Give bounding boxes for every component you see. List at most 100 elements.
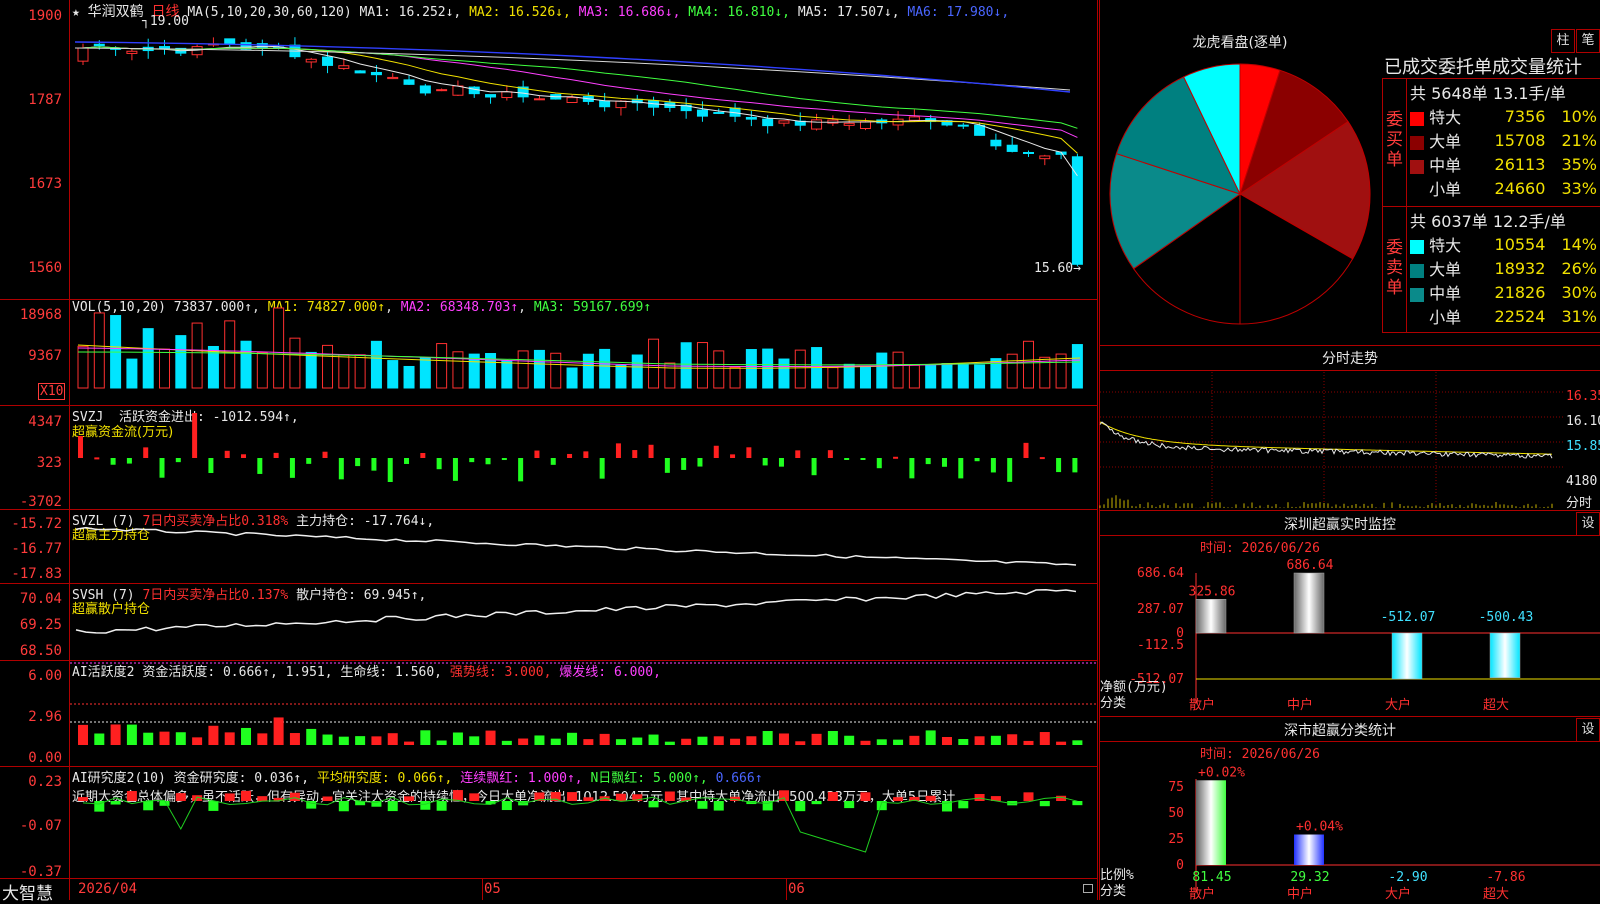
- ai-active-chart[interactable]: [70, 661, 1097, 766]
- activity-bar: [974, 736, 985, 745]
- activity-bar: [306, 728, 317, 745]
- research-bar: [78, 797, 88, 801]
- buy-summary: 共 5648单 13.1手/单: [1410, 84, 1566, 103]
- category-label: 大户: [1385, 697, 1411, 713]
- svzl-y-axis: -15.72 -16.77 -17.83: [11, 516, 62, 582]
- row-pct: 31%: [1561, 306, 1597, 326]
- dragon-tiger-pie[interactable]: [1100, 52, 1380, 342]
- flow-bar: [1007, 458, 1013, 482]
- flow-bar: [925, 458, 931, 465]
- sz-class-settings-button[interactable]: 设: [1576, 718, 1600, 742]
- flow-bar: [941, 458, 947, 467]
- activity-bar: [1023, 740, 1034, 745]
- change-label: +0.04%: [1296, 820, 1343, 835]
- flow-bar: [681, 458, 687, 470]
- candle-body: [436, 89, 448, 92]
- row-value: 22524: [1494, 306, 1546, 326]
- sz-monitor-settings-button[interactable]: 设: [1576, 512, 1600, 536]
- activity-bar: [175, 732, 186, 745]
- flow-bar: [322, 451, 328, 458]
- research-bar: [436, 801, 447, 811]
- activity-bar: [1039, 732, 1050, 745]
- research-bar: [159, 801, 170, 806]
- flow-bar: [404, 458, 410, 464]
- volume-bar: [941, 363, 953, 389]
- volume-bar: [550, 352, 562, 389]
- volume-bar: [354, 354, 366, 389]
- candle-body: [305, 58, 317, 63]
- candle-body: [599, 100, 611, 108]
- volume-bar: [533, 349, 545, 389]
- volume-bar: [859, 365, 871, 389]
- intraday-chart[interactable]: [1099, 372, 1564, 508]
- candlestick-chart[interactable]: [70, 0, 1097, 299]
- volume-bar: [729, 366, 741, 389]
- svzl-chart[interactable]: [70, 510, 1097, 583]
- candle-body: [387, 76, 399, 80]
- flow-bar: [778, 458, 784, 467]
- volume-chart[interactable]: [70, 300, 1097, 405]
- candle-body: [77, 47, 89, 62]
- dragon-tiger-panel: 龙虎看盘(逐单) 柱 笔 已成交委托单成交量统计 委买单 共 5648单 13.…: [1100, 0, 1600, 344]
- category-label: 中户: [1287, 697, 1313, 713]
- sz-class-panel: 深市超赢分类统计 设 时间: 2026/06/26 75 50 25 0 +0.02% 8…: [1100, 717, 1600, 902]
- y-tick: 1900: [28, 8, 62, 24]
- bar-mode-button[interactable]: 柱: [1551, 29, 1575, 53]
- flow-bar: [648, 444, 654, 458]
- candle-body: [745, 116, 757, 120]
- volume-bar: [224, 320, 236, 389]
- volume-bar: [827, 367, 839, 389]
- research-bar: [404, 796, 415, 801]
- activity-bar: [860, 740, 871, 745]
- flow-bar: [1056, 458, 1062, 473]
- activity-bar: [648, 734, 659, 745]
- flow-bar: [713, 445, 719, 458]
- ai-active-y-axis: 6.00 2.96 0.00: [28, 668, 62, 766]
- svzj-chart[interactable]: [70, 406, 1097, 509]
- activity-bar: [110, 724, 121, 745]
- activity-bar: [338, 736, 349, 745]
- svsh-chart[interactable]: [70, 584, 1097, 660]
- lock-icon[interactable]: [1083, 884, 1093, 893]
- sz-class-chart[interactable]: 7550250+0.02%81.45散户+0.04%29.32中户-2.90大户…: [1100, 741, 1600, 902]
- research-bar: [1039, 801, 1050, 807]
- research-bar: [126, 791, 137, 801]
- activity-bar: [550, 738, 561, 745]
- candle-body: [1006, 144, 1018, 152]
- row-label: 大单: [1424, 260, 1462, 279]
- volume-bar: [582, 353, 594, 389]
- chart-area[interactable]: ★ 华润双鹤 日线 MA(5,10,20,30,60,120) MA1: 16.…: [0, 0, 1098, 904]
- activity-bar: [534, 735, 545, 745]
- research-bar: [925, 795, 936, 801]
- research-bar: [175, 793, 186, 801]
- research-bar: [1072, 801, 1083, 806]
- candle-body: [533, 98, 545, 101]
- flow-bar: [599, 458, 605, 479]
- flow-bar: [159, 458, 165, 478]
- bar-value-label: -500.43: [1479, 610, 1534, 625]
- row-label: 中单: [1424, 156, 1462, 175]
- row-value: 26113: [1494, 154, 1546, 174]
- intraday-panel[interactable]: 分时走势 16.35 16.10 15.85 4180 分时: [1099, 346, 1600, 511]
- flow-bar: [811, 458, 817, 476]
- net-bar: [1293, 572, 1325, 634]
- row-label: 小单: [1424, 308, 1462, 327]
- research-bar: [322, 796, 333, 801]
- ai-research-chart[interactable]: [70, 767, 1097, 878]
- volume-bar: [1006, 353, 1018, 389]
- flow-bar: [844, 458, 850, 460]
- flow-bar: [550, 458, 556, 465]
- sz-monitor-chart[interactable]: 686.64287.070-112.5-512.07325.86散户686.64…: [1100, 535, 1600, 716]
- stats-row: 小单 22524 31%: [1407, 304, 1600, 328]
- research-bar: [501, 801, 512, 811]
- sell-stats-table: 特大 10554 14% 大单 18932 26% 中单 21826 30% 小单 22524…: [1407, 232, 1600, 328]
- flow-bar: [974, 458, 980, 462]
- candle-body: [990, 139, 1002, 147]
- retail-line: [75, 588, 1077, 634]
- volume-bar: [957, 364, 969, 389]
- activity-bar: [599, 733, 610, 745]
- pen-mode-button[interactable]: 笔: [1576, 29, 1600, 53]
- ma2-line: [82, 46, 1078, 154]
- flow-bar: [1023, 442, 1029, 458]
- candle-body: [419, 85, 431, 94]
